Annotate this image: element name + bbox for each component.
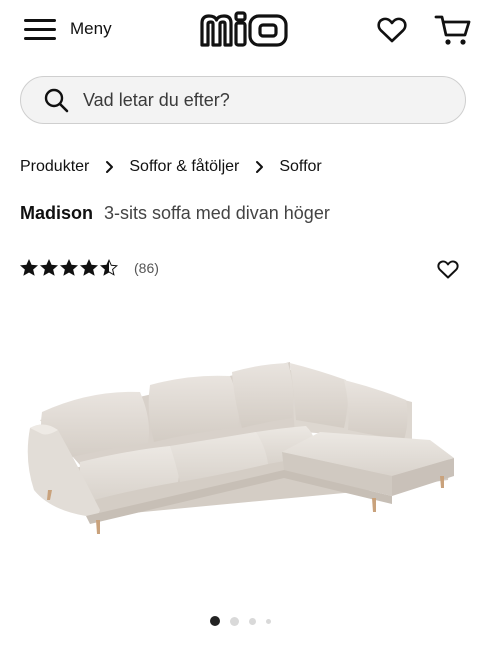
favorite-heart-icon[interactable] <box>436 257 460 281</box>
carousel-dot[interactable] <box>209 616 220 626</box>
cart-icon[interactable] <box>434 12 472 48</box>
star-icon <box>60 259 78 276</box>
star-rating <box>20 259 120 277</box>
breadcrumb-item-soffor-fatoljer[interactable]: Soffor & fåtöljer <box>129 158 239 176</box>
search-bar[interactable] <box>20 76 466 124</box>
review-count: (86) <box>134 260 159 276</box>
star-icon <box>100 259 118 276</box>
product-subtitle: 3-sits soffa med divan höger <box>104 203 330 223</box>
search-icon <box>44 88 69 113</box>
carousel-dot[interactable] <box>248 617 256 625</box>
product-brand: Madison <box>20 203 94 223</box>
product-rating[interactable]: (86) <box>20 259 159 277</box>
header: Meny <box>0 0 480 62</box>
chevron-right-icon <box>256 161 264 173</box>
breadcrumb: Produkter Soffor & fåtöljer Soffor <box>20 158 322 176</box>
product-image-sofa[interactable] <box>20 340 470 550</box>
menu-button[interactable]: Meny <box>22 14 112 44</box>
product-title: Madison 3-sits soffa med divan höger <box>20 203 330 224</box>
mio-logo[interactable] <box>198 9 290 51</box>
star-icon <box>20 259 38 276</box>
carousel-dot[interactable] <box>265 618 271 624</box>
heart-icon[interactable] <box>376 14 408 46</box>
breadcrumb-item-soffor[interactable]: Soffor <box>279 158 321 176</box>
carousel-dot[interactable] <box>229 616 239 626</box>
menu-label: Meny <box>70 19 112 38</box>
chevron-right-icon <box>106 161 114 173</box>
breadcrumb-item-produkter[interactable]: Produkter <box>20 158 89 176</box>
search-input[interactable] <box>81 88 465 112</box>
hamburger-menu-icon <box>24 19 56 40</box>
star-icon <box>40 259 58 276</box>
star-icon <box>80 259 98 276</box>
carousel-indicators <box>0 616 480 626</box>
